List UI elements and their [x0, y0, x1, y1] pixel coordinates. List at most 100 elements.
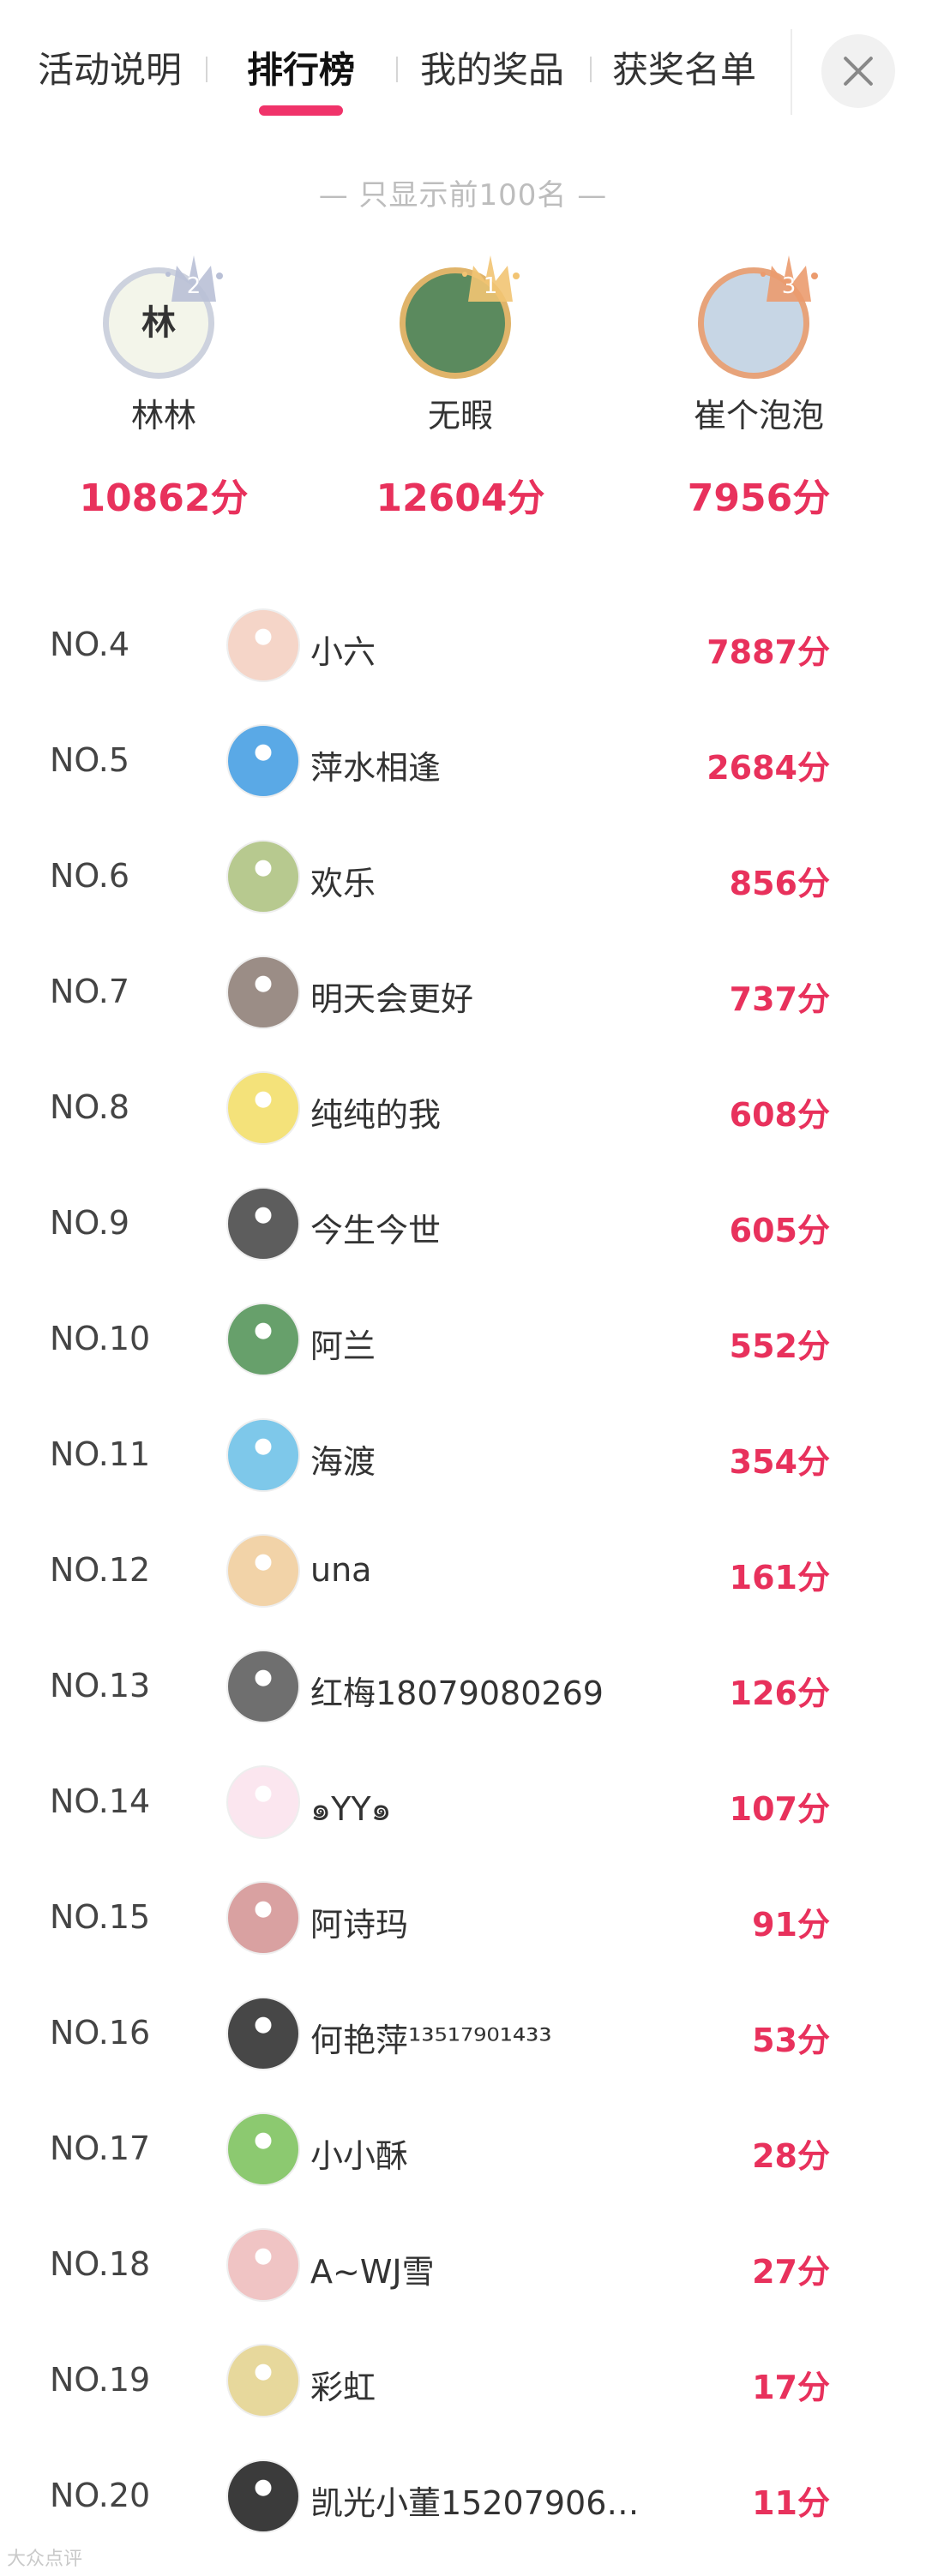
ranking-row[interactable]: NO.15 阿诗玛 91分	[0, 1860, 926, 1976]
user-name: 何艳萍¹³⁵¹⁷⁹⁰¹⁴³³	[310, 2022, 552, 2059]
rank-number: NO.5	[50, 741, 130, 779]
ranking-row[interactable]: NO.16 何艳萍¹³⁵¹⁷⁹⁰¹⁴³³ 53分	[0, 1976, 926, 2092]
watermark: 大众点评	[7, 2549, 83, 2570]
rank-crown-icon: 2	[165, 255, 223, 302]
rank-number: NO.4	[50, 626, 130, 663]
podium-score: 12604分	[376, 476, 545, 520]
avatar	[226, 1187, 300, 1261]
rank-number: NO.7	[50, 973, 130, 1010]
avatar	[226, 1765, 300, 1839]
podium-item-1[interactable]: 林 2 林林 10862分	[65, 247, 262, 522]
podium-avatar-wrap: 3	[694, 247, 823, 392]
user-name: 小小酥	[310, 2137, 409, 2175]
avatar	[226, 1303, 300, 1376]
ranking-row[interactable]: NO.5 萍水相逢 2684分	[0, 704, 926, 819]
avatar	[226, 2112, 300, 2186]
user-name: 欢乐	[310, 865, 376, 902]
active-tab-indicator	[259, 105, 343, 116]
rank-number: NO.18	[50, 2245, 151, 2283]
ranking-row[interactable]: NO.11 海渡 354分	[0, 1398, 926, 1513]
user-score: 737分	[729, 980, 830, 1018]
rank-badge-number: 2	[187, 273, 201, 299]
podium-name: 林林	[130, 397, 196, 434]
tab-separator	[206, 57, 207, 82]
tab-activity-info[interactable]: 活动说明	[38, 45, 182, 96]
user-score: 605分	[729, 1212, 830, 1249]
rank-crown-icon: 1	[462, 255, 520, 302]
rank-number: NO.20	[50, 2477, 151, 2514]
user-score: 27分	[752, 2253, 830, 2291]
podium-avatar-wrap: 林 2	[99, 247, 228, 392]
podium-avatar-wrap: 1	[396, 247, 525, 392]
ranking-row[interactable]: NO.17 小小酥 28分	[0, 2092, 926, 2208]
user-score: 126分	[729, 1674, 830, 1712]
user-score: 107分	[729, 1790, 830, 1828]
podium-score: 10862分	[79, 476, 249, 520]
user-score: 2684分	[707, 749, 830, 787]
rank-number: NO.10	[50, 1320, 151, 1357]
user-score: 161分	[729, 1559, 830, 1597]
user-name: A~WJ雪	[310, 2253, 435, 2291]
podium-name: 无暇	[427, 397, 493, 434]
avatar	[226, 724, 300, 798]
ranking-row[interactable]: NO.14 ๑YY๑ 107分	[0, 1745, 926, 1860]
user-name: 红梅18079080269	[310, 1674, 604, 1712]
tab-winners-list[interactable]: 获奖名单	[612, 45, 756, 96]
ranking-row[interactable]: NO.13 红梅18079080269 126分	[0, 1629, 926, 1745]
avatar	[226, 1650, 300, 1723]
user-name: ๑YY๑	[310, 1790, 392, 1828]
rank-number: NO.17	[50, 2130, 151, 2167]
avatar	[226, 1071, 300, 1145]
rank-number: NO.13	[50, 1667, 151, 1704]
ranking-row[interactable]: NO.7 明天会更好 737分	[0, 935, 926, 1051]
rank-number: NO.8	[50, 1088, 130, 1126]
rank-badge-number: 1	[484, 273, 498, 299]
tab-leaderboard[interactable]: 排行榜	[247, 45, 355, 96]
podium-item-2[interactable]: 1 无暇 12604分	[362, 247, 559, 522]
rank-number: NO.9	[50, 1204, 130, 1242]
avatar	[226, 840, 300, 914]
avatar	[226, 1997, 300, 2070]
ranking-row[interactable]: NO.6 欢乐 856分	[0, 819, 926, 935]
ranking-row[interactable]: NO.18 A~WJ雪 27分	[0, 2208, 926, 2323]
rank-number: NO.19	[50, 2361, 151, 2399]
tab-separator	[396, 57, 398, 82]
user-score: 7887分	[707, 633, 830, 671]
user-name: 明天会更好	[310, 980, 474, 1018]
ranking-row[interactable]: NO.10 阿兰 552分	[0, 1282, 926, 1398]
user-name: 纯纯的我	[310, 1096, 442, 1134]
rank-number: NO.11	[50, 1435, 151, 1473]
user-name: 凯光小董15207906…	[310, 2484, 640, 2522]
user-name: una	[310, 1551, 372, 1589]
tab-divider	[791, 29, 792, 115]
avatar	[226, 2228, 300, 2302]
ranking-row[interactable]: NO.9 今生今世 605分	[0, 1166, 926, 1282]
user-score: 17分	[752, 2369, 830, 2406]
rank-number: NO.6	[50, 857, 130, 895]
user-name: 萍水相逢	[310, 749, 442, 787]
avatar	[226, 2344, 300, 2417]
tab-separator	[590, 57, 592, 82]
rank-number: NO.12	[50, 1551, 151, 1589]
user-score: 28分	[752, 2137, 830, 2175]
avatar	[226, 1534, 300, 1608]
ranking-row[interactable]: NO.19 彩虹 17分	[0, 2323, 926, 2439]
user-name: 海渡	[310, 1443, 376, 1481]
podium-name: 崔个泡泡	[693, 397, 824, 434]
user-name: 阿兰	[310, 1327, 376, 1365]
ranking-row[interactable]: NO.12 una 161分	[0, 1513, 926, 1629]
podium-item-3[interactable]: 3 崔个泡泡 7956分	[660, 247, 857, 522]
rank-number: NO.16	[50, 2014, 151, 2052]
ranking-row[interactable]: NO.20 凯光小董15207906… 11分	[0, 2439, 926, 2555]
avatar	[226, 1418, 300, 1492]
rank-number: NO.15	[50, 1898, 151, 1936]
ranking-row[interactable]: NO.8 纯纯的我 608分	[0, 1051, 926, 1166]
ranking-row[interactable]: NO.4 小六 7887分	[0, 588, 926, 704]
user-score: 608分	[729, 1096, 830, 1134]
user-name: 阿诗玛	[310, 1906, 409, 1944]
avatar	[226, 1881, 300, 1955]
close-button[interactable]	[821, 34, 895, 108]
user-score: 53分	[752, 2022, 830, 2059]
tab-my-prizes[interactable]: 我的奖品	[420, 45, 564, 96]
avatar	[226, 608, 300, 682]
